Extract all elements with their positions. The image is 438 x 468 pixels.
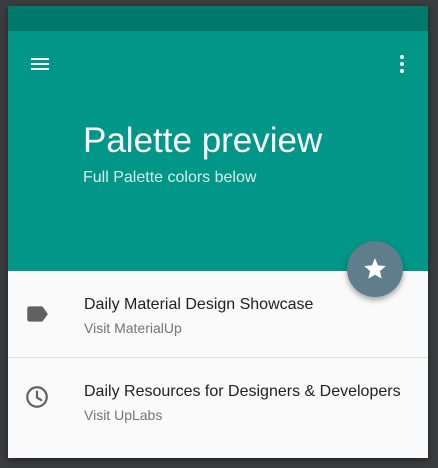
list-item-title: Daily Resources for Designers & Develope… (84, 383, 401, 400)
list-item-subtitle: Visit UpLabs (84, 407, 163, 423)
list-item-subtitle: Visit MaterialUp (84, 320, 182, 336)
menu-button[interactable] (20, 44, 60, 84)
status-bar (8, 6, 428, 31)
list-item-title: Daily Material Design Showcase (84, 296, 314, 313)
more-options-button[interactable] (382, 44, 422, 84)
page-title: Palette preview (83, 121, 323, 160)
label-icon (27, 306, 48, 322)
star-icon (364, 258, 386, 279)
app-bar: Palette preview Full Palette colors belo… (8, 31, 428, 271)
list-item-uplabs[interactable]: Daily Resources for Designers & Develope… (8, 357, 428, 444)
more-vert-icon (400, 55, 404, 73)
clock-icon (26, 386, 48, 408)
favorite-fab-button[interactable] (347, 241, 403, 297)
page-subtitle: Full Palette colors below (83, 169, 257, 186)
menu-icon (31, 58, 49, 70)
app-window: Palette preview Full Palette colors belo… (8, 6, 428, 458)
link-list: Daily Material Design Showcase Visit Mat… (8, 271, 428, 444)
